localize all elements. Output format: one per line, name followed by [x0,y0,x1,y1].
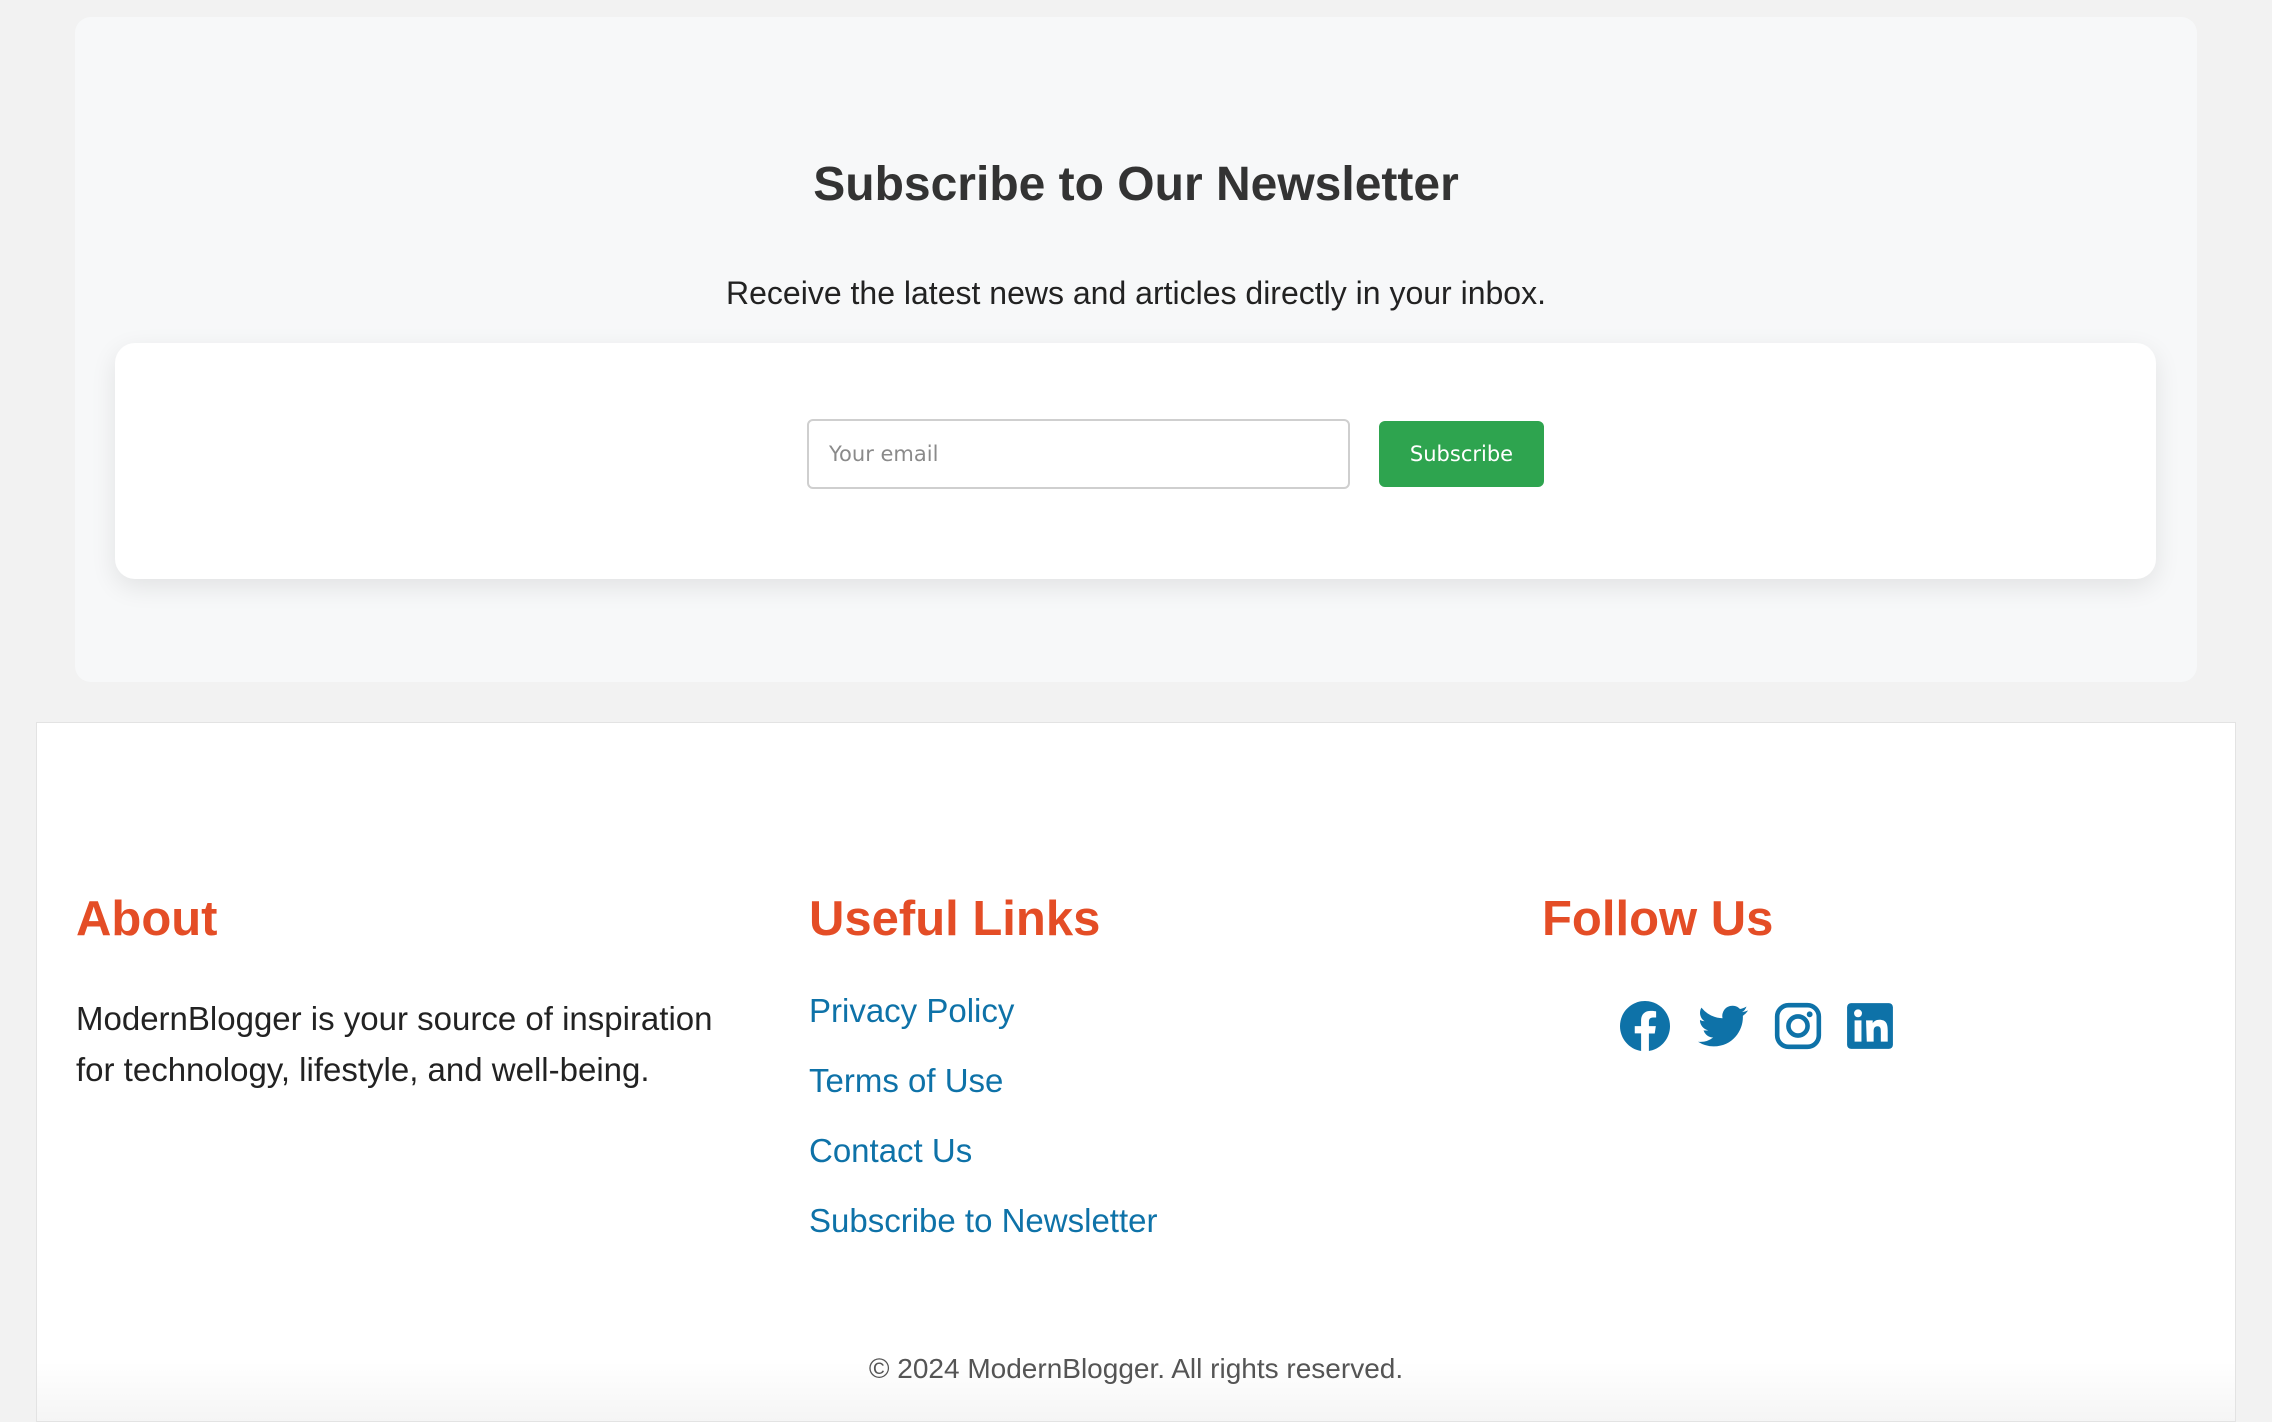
instagram-icon[interactable] [1773,1001,1823,1051]
newsletter-section: Subscribe to Our Newsletter Receive the … [75,17,2197,682]
follow-us-heading: Follow Us [1542,892,1774,946]
terms-of-use-link[interactable]: Terms of Use [809,1062,1003,1099]
email-input[interactable] [807,419,1350,489]
useful-links-list: Privacy Policy Terms of Use Contact Us S… [809,991,1157,1271]
newsletter-subtitle: Receive the latest news and articles dir… [726,275,1546,311]
privacy-policy-link[interactable]: Privacy Policy [809,992,1014,1029]
subscribe-button[interactable]: Subscribe [1379,421,1544,487]
list-item: Privacy Policy [809,991,1157,1061]
linkedin-icon[interactable] [1845,1001,1895,1051]
facebook-icon[interactable] [1620,1001,1670,1051]
copyright-text: © 2024 ModernBlogger. All rights reserve… [868,1353,1404,1384]
subscribe-newsletter-link[interactable]: Subscribe to Newsletter [809,1202,1157,1239]
about-text: ModernBlogger is your source of inspirat… [76,1000,713,1088]
list-item: Terms of Use [809,1061,1157,1131]
useful-links-heading: Useful Links [809,892,1101,946]
twitter-icon[interactable] [1698,1001,1748,1051]
about-heading: About [76,892,218,946]
subscribe-form-card: Subscribe [115,343,2156,579]
list-item: Subscribe to Newsletter [809,1201,1157,1271]
site-footer: About ModernBlogger is your source of in… [36,722,2236,1422]
newsletter-title: Subscribe to Our Newsletter [813,158,1459,211]
list-item: Contact Us [809,1131,1157,1201]
contact-us-link[interactable]: Contact Us [809,1132,972,1169]
